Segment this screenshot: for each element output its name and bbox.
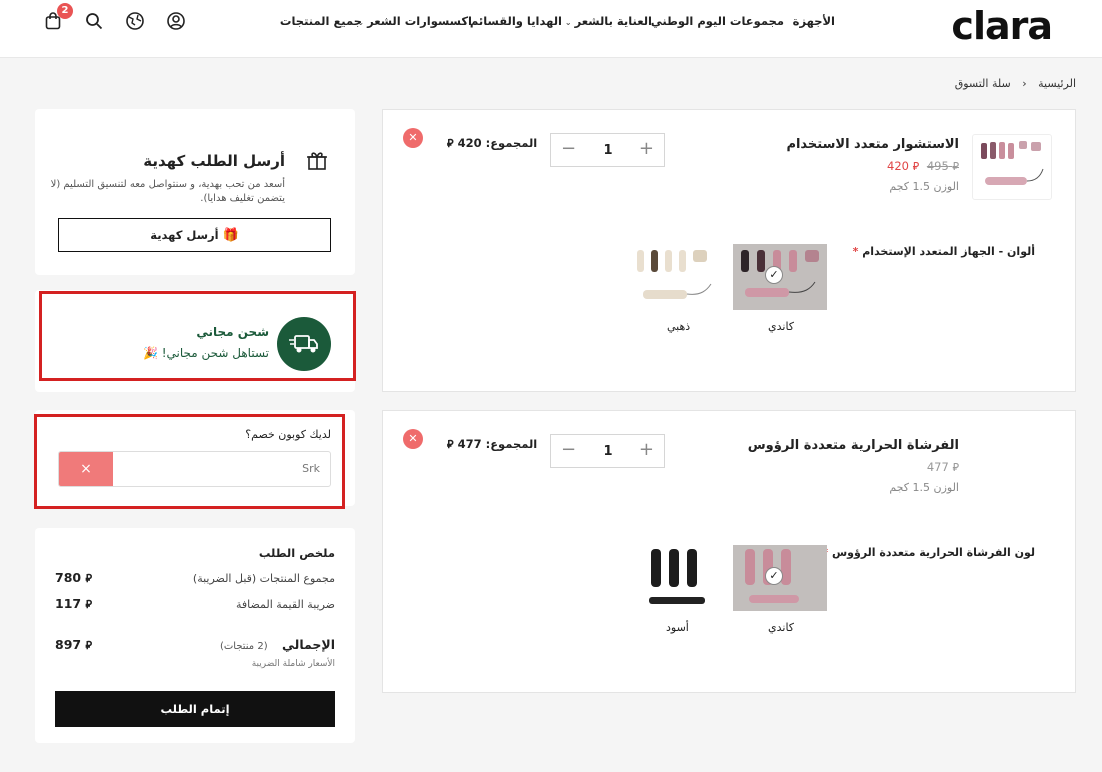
nav-item-national-day[interactable]: مجموعات اليوم الوطني⌄ — [641, 14, 784, 28]
subtotal-label: مجموع المنتجات (قبل الضريبة) — [192, 572, 335, 585]
subtotal-value: ⃁ 780 — [55, 570, 92, 585]
user-icon[interactable] — [166, 11, 186, 31]
item-total: المجموع: 477 ⃁ — [447, 437, 538, 451]
swatch-gold[interactable] — [631, 244, 725, 310]
total-label: الإجمالي (2 منتجات) — [219, 637, 335, 652]
increase-quantity-button[interactable]: + — [639, 439, 654, 460]
cart-count-badge: 2 — [57, 3, 73, 19]
riyal-icon: ⃁ — [952, 160, 959, 173]
send-as-gift-button[interactable]: 🎁 أرسل كهدية — [58, 218, 331, 252]
check-icon: ✓ — [765, 567, 783, 585]
swatch-label: أسود — [666, 621, 689, 634]
increase-quantity-button[interactable]: + — [639, 138, 654, 159]
summary-title: ملخص الطلب — [258, 546, 335, 560]
quantity-value[interactable]: 1 — [601, 143, 615, 158]
swatch-label: كاندي — [768, 320, 795, 333]
product-price: ⃁ 495 ⃁ 420 — [887, 159, 959, 174]
product-price: ⃁ 477 — [926, 460, 959, 474]
product-name[interactable]: الاستشوار متعدد الاستخدام — [786, 137, 959, 152]
gift-description: يتضمن تغليف هدايا). — [200, 193, 285, 204]
site-header: clara الأجهزة مجموعات اليوم الوطني⌄ العن… — [0, 0, 1102, 58]
swatch-black[interactable] — [639, 545, 733, 611]
riyal-icon: ⃁ — [85, 598, 92, 611]
product-sale-price: ⃁ 420 — [887, 159, 920, 173]
search-icon[interactable] — [84, 11, 104, 31]
breadcrumb: الرئيسية ‹ سلة التسوق — [955, 77, 1076, 90]
quantity-value[interactable]: 1 — [601, 444, 615, 459]
product-weight: الوزن 1.5 كجم — [889, 180, 959, 193]
riyal-icon: ⃁ — [447, 438, 454, 451]
breadcrumb-home[interactable]: الرئيسية — [1038, 77, 1076, 90]
riyal-icon: ⃁ — [447, 137, 454, 150]
remove-item-button[interactable]: ✕ — [403, 429, 423, 449]
decrease-quantity-button[interactable]: − — [561, 439, 576, 460]
product-thumbnail[interactable] — [972, 134, 1052, 200]
vat-label: ضريبة القيمة المضافة — [235, 598, 335, 611]
gift-icon: 🎁 — [222, 228, 239, 243]
riyal-icon: ⃁ — [912, 160, 920, 173]
vat-value: ⃁ 117 — [55, 596, 92, 611]
riyal-icon: ⃁ — [85, 639, 92, 652]
product-old-price: ⃁ 495 — [926, 159, 959, 173]
swatch-candy[interactable]: ✓ — [733, 244, 827, 310]
tax-note: الأسعار شاملة الضريبة — [251, 659, 335, 669]
breadcrumb-current: سلة التسوق — [954, 77, 1011, 90]
quantity-stepper: − 1 + — [550, 434, 665, 468]
checkout-button[interactable]: إتمام الطلب — [55, 691, 335, 727]
swatch-label: كاندي — [768, 621, 795, 634]
globe-icon[interactable] — [125, 11, 145, 31]
total-value: ⃁ 897 — [55, 637, 92, 652]
swatch-candy[interactable]: ✓ — [733, 545, 827, 611]
highlight-box — [39, 291, 356, 381]
nav-item-hair-care[interactable]: العناية بالشعر⌄ — [565, 14, 652, 28]
option-label: ألوان - الجهاز المتعدد الإستخدام * — [852, 245, 1035, 258]
gift-card: أرسل الطلب كهدية أسعد من تحب بهدية، و سن… — [35, 109, 355, 275]
product-weight: الوزن 1.5 كجم — [889, 481, 959, 494]
nav-item-all-products[interactable]: جميع المنتجات — [280, 14, 362, 28]
highlight-box — [34, 414, 345, 509]
swatch-label: ذهبي — [667, 320, 691, 333]
brand-logo[interactable]: clara — [951, 4, 1053, 48]
decrease-quantity-button[interactable]: − — [561, 138, 576, 159]
gift-title: أرسل الطلب كهدية — [143, 152, 285, 170]
order-summary-card: ملخص الطلب مجموع المنتجات (قبل الضريبة) … — [35, 528, 355, 743]
option-label: لون الفرشاة الحرارية متعددة الرؤوس * — [822, 546, 1035, 559]
riyal-icon: ⃁ — [952, 461, 959, 474]
chevron-down-icon: ⌄ — [564, 18, 572, 27]
item-total: المجموع: 420 ⃁ — [447, 136, 538, 150]
nav-item-gifts[interactable]: الهدايا والقسائم — [470, 14, 562, 28]
cart-item: الاستشوار متعدد الاستخدام ⃁ 495 ⃁ 420 ال… — [382, 109, 1076, 392]
cart-item: الفرشاة الحرارية متعددة الرؤوس ⃁ 477 الو… — [382, 410, 1076, 693]
quantity-stepper: − 1 + — [550, 133, 665, 167]
nav-item-devices[interactable]: الأجهزة — [793, 14, 835, 28]
breadcrumb-separator: ‹ — [1022, 77, 1027, 90]
gift-icon — [307, 152, 327, 170]
gift-description: أسعد من تحب بهدية، و سنتواصل معه لتنسيق … — [50, 179, 285, 190]
nav-item-hair-accessories[interactable]: اكسسوارات الشعر⌄ — [357, 14, 472, 28]
product-name[interactable]: الفرشاة الحرارية متعددة الرؤوس — [748, 438, 959, 453]
check-icon: ✓ — [765, 266, 783, 284]
riyal-icon: ⃁ — [85, 572, 92, 585]
remove-item-button[interactable]: ✕ — [403, 128, 423, 148]
